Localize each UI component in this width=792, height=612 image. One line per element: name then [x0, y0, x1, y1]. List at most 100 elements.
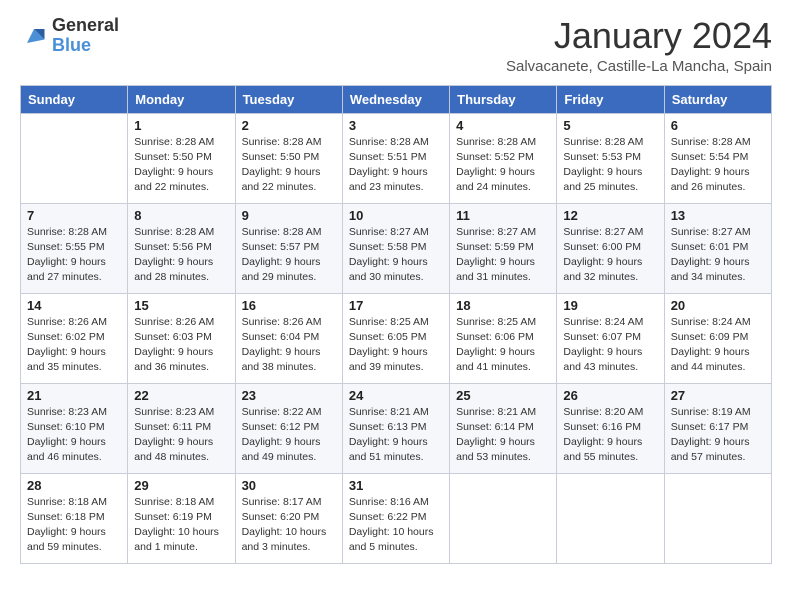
- day-number: 18: [456, 298, 550, 313]
- day-info: Sunrise: 8:25 AMSunset: 6:05 PMDaylight:…: [349, 316, 429, 374]
- table-row: 16 Sunrise: 8:26 AMSunset: 6:04 PMDaylig…: [235, 293, 342, 383]
- table-row: 11 Sunrise: 8:27 AMSunset: 5:59 PMDaylig…: [450, 203, 557, 293]
- table-row: [21, 113, 128, 203]
- day-info: Sunrise: 8:27 AMSunset: 6:01 PMDaylight:…: [671, 226, 751, 284]
- header-row: Sunday Monday Tuesday Wednesday Thursday…: [21, 85, 772, 113]
- table-row: 22 Sunrise: 8:23 AMSunset: 6:11 PMDaylig…: [128, 383, 235, 473]
- table-row: 19 Sunrise: 8:24 AMSunset: 6:07 PMDaylig…: [557, 293, 664, 383]
- week-row-3: 21 Sunrise: 8:23 AMSunset: 6:10 PMDaylig…: [21, 383, 772, 473]
- day-number: 4: [456, 118, 550, 133]
- day-number: 5: [563, 118, 657, 133]
- table-row: 31 Sunrise: 8:16 AMSunset: 6:22 PMDaylig…: [342, 473, 449, 563]
- day-number: 11: [456, 208, 550, 223]
- day-info: Sunrise: 8:27 AMSunset: 6:00 PMDaylight:…: [563, 226, 643, 284]
- location-title: Salvacanete, Castille-La Mancha, Spain: [506, 58, 772, 75]
- table-row: 25 Sunrise: 8:21 AMSunset: 6:14 PMDaylig…: [450, 383, 557, 473]
- day-number: 6: [671, 118, 765, 133]
- day-number: 21: [27, 388, 121, 403]
- day-number: 8: [134, 208, 228, 223]
- table-row: 6 Sunrise: 8:28 AMSunset: 5:54 PMDayligh…: [664, 113, 771, 203]
- logo-blue: Blue: [52, 36, 119, 56]
- calendar-table: Sunday Monday Tuesday Wednesday Thursday…: [20, 85, 772, 564]
- day-number: 19: [563, 298, 657, 313]
- day-number: 25: [456, 388, 550, 403]
- table-row: 5 Sunrise: 8:28 AMSunset: 5:53 PMDayligh…: [557, 113, 664, 203]
- day-number: 24: [349, 388, 443, 403]
- table-row: 24 Sunrise: 8:21 AMSunset: 6:13 PMDaylig…: [342, 383, 449, 473]
- table-row: 12 Sunrise: 8:27 AMSunset: 6:00 PMDaylig…: [557, 203, 664, 293]
- day-info: Sunrise: 8:21 AMSunset: 6:14 PMDaylight:…: [456, 406, 536, 464]
- day-info: Sunrise: 8:22 AMSunset: 6:12 PMDaylight:…: [242, 406, 322, 464]
- day-info: Sunrise: 8:24 AMSunset: 6:09 PMDaylight:…: [671, 316, 751, 374]
- day-number: 17: [349, 298, 443, 313]
- day-info: Sunrise: 8:26 AMSunset: 6:04 PMDaylight:…: [242, 316, 322, 374]
- logo-icon: [20, 22, 48, 50]
- day-info: Sunrise: 8:27 AMSunset: 5:59 PMDaylight:…: [456, 226, 536, 284]
- table-row: 8 Sunrise: 8:28 AMSunset: 5:56 PMDayligh…: [128, 203, 235, 293]
- day-info: Sunrise: 8:28 AMSunset: 5:56 PMDaylight:…: [134, 226, 214, 284]
- day-info: Sunrise: 8:18 AMSunset: 6:19 PMDaylight:…: [134, 496, 219, 554]
- calendar-page: General Blue January 2024 Salvacanete, C…: [0, 0, 792, 612]
- day-number: 20: [671, 298, 765, 313]
- day-number: 12: [563, 208, 657, 223]
- day-number: 13: [671, 208, 765, 223]
- day-info: Sunrise: 8:21 AMSunset: 6:13 PMDaylight:…: [349, 406, 429, 464]
- month-title: January 2024: [506, 16, 772, 56]
- table-row: 15 Sunrise: 8:26 AMSunset: 6:03 PMDaylig…: [128, 293, 235, 383]
- day-info: Sunrise: 8:28 AMSunset: 5:51 PMDaylight:…: [349, 136, 429, 194]
- table-row: 20 Sunrise: 8:24 AMSunset: 6:09 PMDaylig…: [664, 293, 771, 383]
- table-row: 14 Sunrise: 8:26 AMSunset: 6:02 PMDaylig…: [21, 293, 128, 383]
- table-row: 4 Sunrise: 8:28 AMSunset: 5:52 PMDayligh…: [450, 113, 557, 203]
- day-number: 9: [242, 208, 336, 223]
- day-info: Sunrise: 8:23 AMSunset: 6:11 PMDaylight:…: [134, 406, 214, 464]
- day-info: Sunrise: 8:25 AMSunset: 6:06 PMDaylight:…: [456, 316, 536, 374]
- table-row: 18 Sunrise: 8:25 AMSunset: 6:06 PMDaylig…: [450, 293, 557, 383]
- day-info: Sunrise: 8:18 AMSunset: 6:18 PMDaylight:…: [27, 496, 107, 554]
- day-info: Sunrise: 8:28 AMSunset: 5:55 PMDaylight:…: [27, 226, 107, 284]
- day-number: 28: [27, 478, 121, 493]
- table-row: 13 Sunrise: 8:27 AMSunset: 6:01 PMDaylig…: [664, 203, 771, 293]
- table-row: [450, 473, 557, 563]
- week-row-0: 1 Sunrise: 8:28 AMSunset: 5:50 PMDayligh…: [21, 113, 772, 203]
- day-info: Sunrise: 8:28 AMSunset: 5:53 PMDaylight:…: [563, 136, 643, 194]
- table-row: 27 Sunrise: 8:19 AMSunset: 6:17 PMDaylig…: [664, 383, 771, 473]
- day-info: Sunrise: 8:19 AMSunset: 6:17 PMDaylight:…: [671, 406, 751, 464]
- table-row: 26 Sunrise: 8:20 AMSunset: 6:16 PMDaylig…: [557, 383, 664, 473]
- week-row-4: 28 Sunrise: 8:18 AMSunset: 6:18 PMDaylig…: [21, 473, 772, 563]
- day-number: 22: [134, 388, 228, 403]
- col-wednesday: Wednesday: [342, 85, 449, 113]
- day-info: Sunrise: 8:24 AMSunset: 6:07 PMDaylight:…: [563, 316, 643, 374]
- day-number: 23: [242, 388, 336, 403]
- day-info: Sunrise: 8:23 AMSunset: 6:10 PMDaylight:…: [27, 406, 107, 464]
- day-number: 30: [242, 478, 336, 493]
- day-number: 16: [242, 298, 336, 313]
- day-number: 31: [349, 478, 443, 493]
- day-info: Sunrise: 8:28 AMSunset: 5:52 PMDaylight:…: [456, 136, 536, 194]
- day-number: 27: [671, 388, 765, 403]
- col-thursday: Thursday: [450, 85, 557, 113]
- day-number: 3: [349, 118, 443, 133]
- day-number: 26: [563, 388, 657, 403]
- col-friday: Friday: [557, 85, 664, 113]
- week-row-2: 14 Sunrise: 8:26 AMSunset: 6:02 PMDaylig…: [21, 293, 772, 383]
- week-row-1: 7 Sunrise: 8:28 AMSunset: 5:55 PMDayligh…: [21, 203, 772, 293]
- day-info: Sunrise: 8:27 AMSunset: 5:58 PMDaylight:…: [349, 226, 429, 284]
- table-row: 30 Sunrise: 8:17 AMSunset: 6:20 PMDaylig…: [235, 473, 342, 563]
- day-info: Sunrise: 8:28 AMSunset: 5:50 PMDaylight:…: [134, 136, 214, 194]
- table-row: 23 Sunrise: 8:22 AMSunset: 6:12 PMDaylig…: [235, 383, 342, 473]
- table-row: 7 Sunrise: 8:28 AMSunset: 5:55 PMDayligh…: [21, 203, 128, 293]
- day-number: 1: [134, 118, 228, 133]
- table-row: 17 Sunrise: 8:25 AMSunset: 6:05 PMDaylig…: [342, 293, 449, 383]
- table-row: 10 Sunrise: 8:27 AMSunset: 5:58 PMDaylig…: [342, 203, 449, 293]
- day-number: 14: [27, 298, 121, 313]
- day-info: Sunrise: 8:20 AMSunset: 6:16 PMDaylight:…: [563, 406, 643, 464]
- day-number: 29: [134, 478, 228, 493]
- table-row: 28 Sunrise: 8:18 AMSunset: 6:18 PMDaylig…: [21, 473, 128, 563]
- day-info: Sunrise: 8:26 AMSunset: 6:02 PMDaylight:…: [27, 316, 107, 374]
- col-saturday: Saturday: [664, 85, 771, 113]
- day-info: Sunrise: 8:28 AMSunset: 5:50 PMDaylight:…: [242, 136, 322, 194]
- day-number: 7: [27, 208, 121, 223]
- logo-text: General Blue: [52, 16, 119, 56]
- day-number: 10: [349, 208, 443, 223]
- table-row: 21 Sunrise: 8:23 AMSunset: 6:10 PMDaylig…: [21, 383, 128, 473]
